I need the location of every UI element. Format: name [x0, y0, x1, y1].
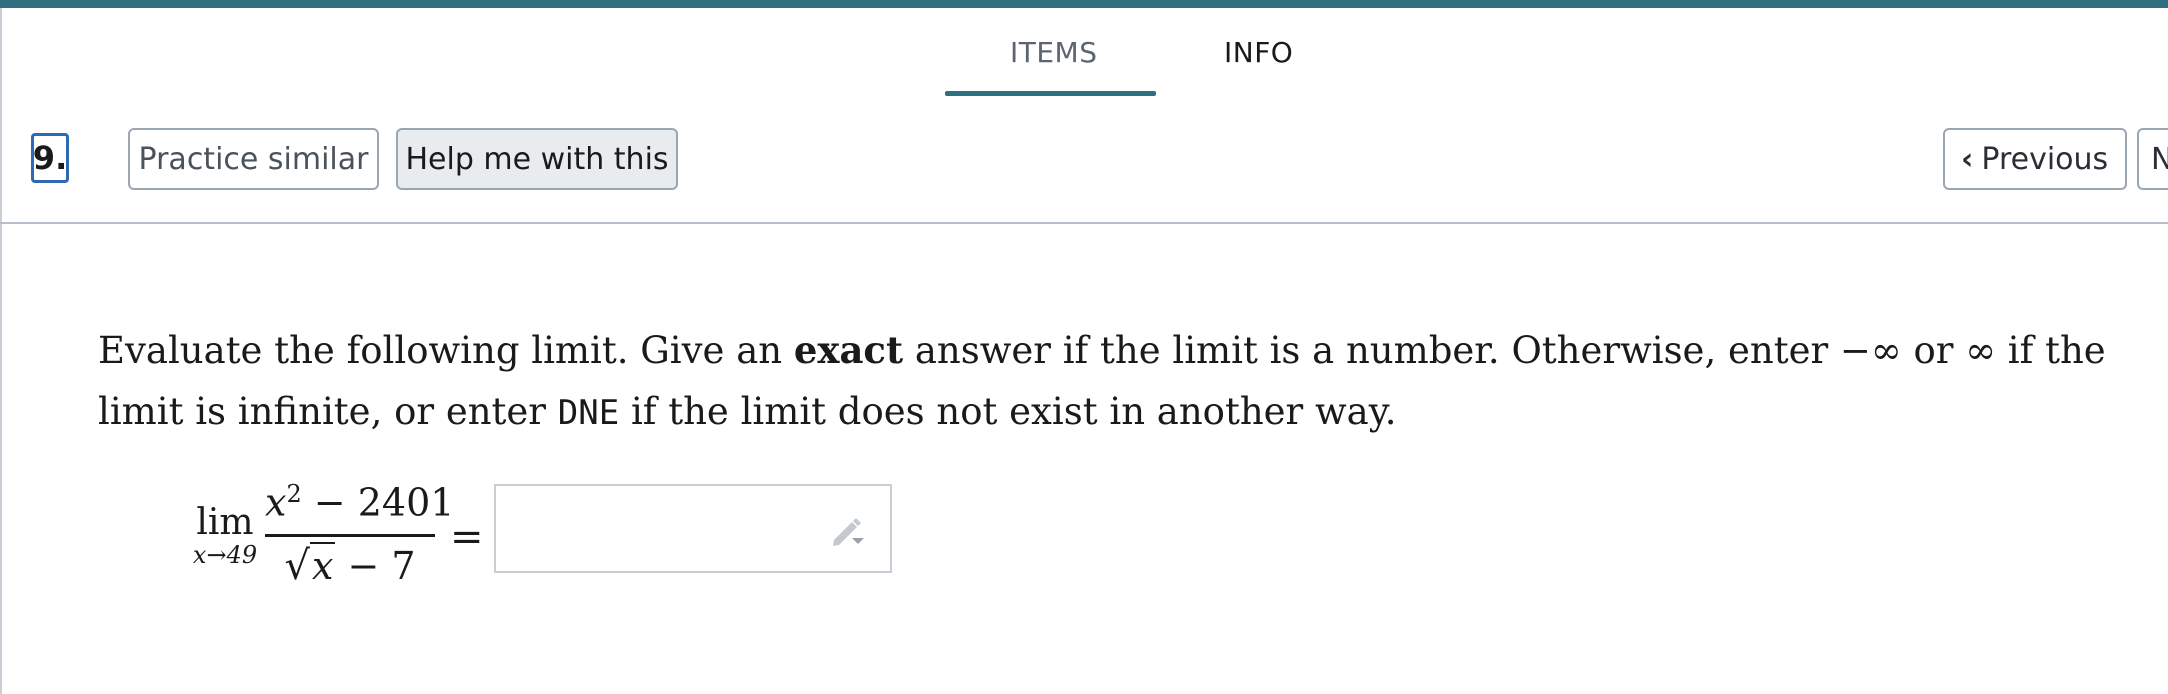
practice-similar-button[interactable]: Practice similar — [128, 128, 379, 190]
question-prompt: Evaluate the following limit. Give an ex… — [98, 320, 2158, 444]
prompt-text: Evaluate the following limit. Give an — [98, 329, 794, 372]
numerator: x2 − 2401 — [265, 480, 454, 530]
question-number[interactable]: 9. — [31, 133, 69, 183]
numerator-rest: − 2401 — [301, 480, 455, 525]
limit-operator: lim x→49 — [185, 502, 265, 569]
denominator-rest: − 7 — [335, 544, 416, 588]
fraction-bar — [265, 534, 435, 537]
pencil-dropdown-icon[interactable] — [828, 510, 868, 550]
prompt-bold: exact — [793, 328, 904, 372]
active-tab-indicator — [945, 91, 1156, 96]
denominator: √x − 7 — [265, 542, 435, 589]
tab-info[interactable]: INFO — [1224, 36, 1293, 69]
lim-word: lim — [196, 502, 254, 543]
next-label: N — [2151, 142, 2168, 177]
equals-sign: = — [450, 514, 484, 560]
chevron-left-icon: ‹ — [1961, 141, 1974, 177]
tab-items[interactable]: ITEMS — [1010, 36, 1097, 69]
question-content: Evaluate the following limit. Give an ex… — [98, 320, 2158, 444]
numerator-variable: x — [265, 480, 287, 525]
question-toolbar: 9. Practice similar Help me with this ‹ … — [0, 98, 2168, 224]
fraction: x2 − 2401 √x − 7 — [265, 480, 454, 589]
prompt-code: DNE — [557, 393, 620, 433]
tab-bar: ITEMS INFO — [0, 8, 2168, 98]
sqrt-icon: √ — [284, 543, 310, 589]
numerator-exponent: 2 — [286, 480, 302, 508]
prompt-text: if the limit does not exist in another w… — [619, 390, 1397, 433]
next-button[interactable]: N — [2137, 128, 2168, 190]
previous-button[interactable]: ‹ Previous — [1943, 128, 2127, 190]
previous-label: Previous — [1981, 141, 2109, 177]
answer-input[interactable] — [494, 484, 892, 573]
lim-subscript: x→49 — [192, 541, 258, 569]
denominator-radicand: x — [309, 542, 336, 588]
help-me-button[interactable]: Help me with this — [396, 128, 678, 190]
top-accent-bar — [0, 0, 2168, 8]
